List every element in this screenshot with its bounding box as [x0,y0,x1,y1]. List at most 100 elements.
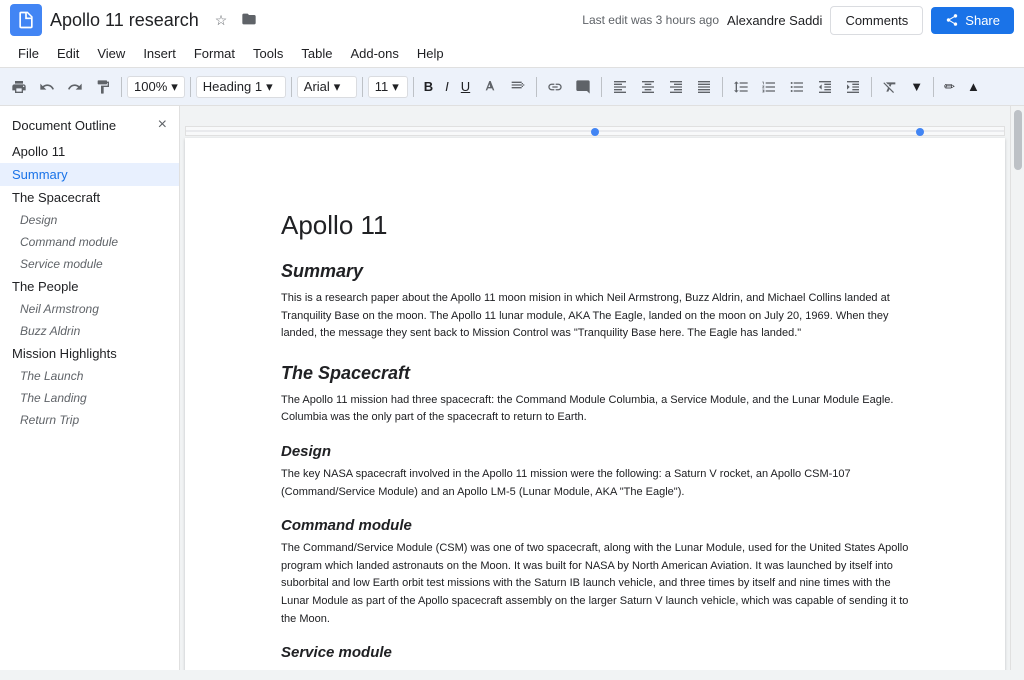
zoom-arrow: ▾ [171,79,178,95]
undo-icon [39,79,55,95]
bullet-list-button[interactable] [784,76,810,98]
increase-indent-button[interactable] [840,76,866,98]
separator-7 [601,77,602,97]
outline-item-11[interactable]: The Landing [0,387,179,409]
draw-button[interactable]: ✏ [939,76,960,98]
separator-8 [722,77,723,97]
underline-button[interactable]: U [456,76,475,97]
font-arrow: ▾ [334,79,341,95]
separator-9 [871,77,872,97]
outline-item-2[interactable]: The Spacecraft [0,186,179,209]
font-size-select[interactable]: 11 ▾ [368,76,408,98]
menu-format[interactable]: Format [186,43,243,64]
print-button[interactable] [6,76,32,98]
ruler [185,126,1005,136]
scrollbar-thumb[interactable] [1014,110,1022,170]
line-spacing-button[interactable] [728,76,754,98]
separator-5 [413,77,414,97]
menu-addons[interactable]: Add-ons [342,43,406,64]
menu-table[interactable]: Table [293,43,340,64]
section-heading-spacecraft: The Spacecraft [281,363,909,384]
document-outline-sidebar: Document Outline × Apollo 11SummaryThe S… [0,106,180,670]
decrease-indent-icon [817,79,833,95]
separator-1 [121,77,122,97]
outline-item-7[interactable]: Neil Armstrong [0,298,179,320]
clear-format-button[interactable] [877,76,903,98]
highlight-button[interactable] [505,76,531,98]
separator-10 [933,77,934,97]
outline-item-5[interactable]: Service module [0,253,179,275]
font-value: Arial [304,79,330,94]
section-content-service-module: The Service Module contained oxygen, wat… [281,667,909,670]
menu-file[interactable]: File [10,43,47,64]
outline-item-3[interactable]: Design [0,209,179,231]
paint-icon [95,79,111,95]
document-area[interactable]: Apollo 11 Summary This is a research pap… [180,106,1010,670]
share-icon [945,13,959,27]
separator-6 [536,77,537,97]
bullet-list-icon [789,79,805,95]
font-select[interactable]: Arial ▾ [297,76,357,98]
bold-button[interactable]: B [419,76,438,97]
menu-help[interactable]: Help [409,43,452,64]
text-color-icon [482,79,498,95]
justify-button[interactable] [691,76,717,98]
outline-item-6[interactable]: The People [0,275,179,298]
outline-item-12[interactable]: Return Trip [0,409,179,431]
outline-item-4[interactable]: Command module [0,231,179,253]
main-layout: Document Outline × Apollo 11SummaryThe S… [0,106,1024,670]
menu-edit[interactable]: Edit [49,43,87,64]
header-right: Alexandre Saddi Comments Share [727,6,1014,35]
justify-icon [696,79,712,95]
doc-title[interactable]: Apollo 11 research [50,10,199,31]
align-right-icon [668,79,684,95]
comment-icon [575,79,591,95]
title-icons: ☆ [211,9,262,32]
share-button[interactable]: Share [931,7,1014,34]
section-heading-summary: Summary [281,261,909,282]
align-right-button[interactable] [663,76,689,98]
more-options-button[interactable]: ▼ [905,76,928,97]
style-select[interactable]: Heading 1 ▾ [196,76,286,98]
user-name: Alexandre Saddi [727,13,822,28]
section-heading-design: Design [281,443,909,460]
align-left-icon [612,79,628,95]
redo-button[interactable] [62,76,88,98]
numbered-list-button[interactable] [756,76,782,98]
undo-button[interactable] [34,76,60,98]
italic-button[interactable]: I [440,76,454,97]
font-size-value: 11 [375,79,389,94]
decrease-indent-button[interactable] [812,76,838,98]
zoom-select[interactable]: 100% ▾ [127,76,185,98]
outline-item-10[interactable]: The Launch [0,365,179,387]
doc-main-title: Apollo 11 [281,210,909,241]
text-color-button[interactable] [477,76,503,98]
numbered-list-icon [761,79,777,95]
last-edit-text: Last edit was 3 hours ago [582,13,719,27]
clear-format-icon [882,79,898,95]
zoom-value: 100% [134,79,167,94]
section-heading-service-module: Service module [281,644,909,661]
outline-item-1[interactable]: Summary [0,163,179,186]
menu-insert[interactable]: Insert [135,43,184,64]
expand-button[interactable]: ▲ [962,76,985,97]
link-button[interactable] [542,76,568,98]
section-content-spacecraft: The Apollo 11 mission had three spacecra… [281,392,909,427]
outline-item-0[interactable]: Apollo 11 [0,140,179,163]
outline-item-8[interactable]: Buzz Aldrin [0,320,179,342]
menu-tools[interactable]: Tools [245,43,291,64]
section-content-command-module: The Command/Service Module (CSM) was one… [281,540,909,628]
format-paint-button[interactable] [90,76,116,98]
menu-view[interactable]: View [89,43,133,64]
title-bar: Apollo 11 research ☆ Last edit was 3 hou… [0,0,1024,40]
outline-item-9[interactable]: Mission Highlights [0,342,179,365]
align-center-button[interactable] [635,76,661,98]
document-page[interactable]: Apollo 11 Summary This is a research pap… [185,138,1005,670]
align-left-button[interactable] [607,76,633,98]
scrollbar[interactable] [1010,106,1024,670]
folder-button[interactable] [237,9,261,32]
star-button[interactable]: ☆ [211,10,232,31]
comments-button[interactable]: Comments [830,6,923,35]
sidebar-close-button[interactable]: × [158,116,167,134]
comment-button[interactable] [570,76,596,98]
